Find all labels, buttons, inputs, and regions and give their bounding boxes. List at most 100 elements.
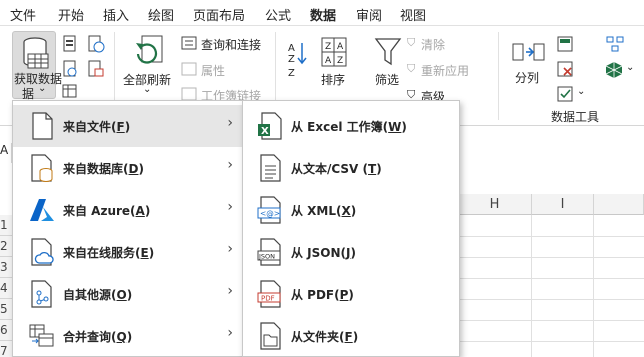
database-icon xyxy=(23,37,49,69)
grid-line xyxy=(458,257,644,258)
menu-item-from-online-services[interactable]: 来自在线服务(E) › xyxy=(13,231,243,273)
name-box-value: A xyxy=(0,143,9,157)
grid-line xyxy=(458,236,644,237)
grid-line xyxy=(458,320,644,321)
from-web-icon[interactable] xyxy=(62,60,78,78)
recent-sources-icon[interactable] xyxy=(87,35,105,53)
queries-connections-icon xyxy=(181,36,197,50)
menu-item-label: 合并查询(Q) xyxy=(63,330,133,344)
grid-line xyxy=(458,278,644,279)
tab-formulas[interactable]: 公式 xyxy=(265,5,291,24)
flash-fill-icon[interactable] xyxy=(557,36,573,52)
row-header-label: 2 xyxy=(0,239,8,253)
column-header-h[interactable]: H xyxy=(458,194,532,215)
row-header-4[interactable]: 4 xyxy=(0,278,12,299)
menu-item-label: 从文本/CSV (T) xyxy=(291,162,382,176)
grid-line xyxy=(458,299,644,300)
tab-home[interactable]: 开始 xyxy=(58,5,84,24)
refresh-all-icon[interactable] xyxy=(132,34,166,70)
data-validation-icon[interactable] xyxy=(557,86,575,102)
menu-item-label: 从 XML(X) xyxy=(291,204,357,218)
tab-data[interactable]: 数据 xyxy=(310,5,337,30)
menu-item-from-excel-workbook[interactable]: X 从 Excel 工作簿(W) xyxy=(243,105,459,147)
combine-queries-icon xyxy=(29,324,54,347)
tab-review[interactable]: 审阅 xyxy=(356,5,382,24)
grid-line xyxy=(458,341,644,342)
svg-text:A: A xyxy=(288,43,295,54)
menu-item-label: 从 PDF(P) xyxy=(291,288,354,302)
from-text-icon[interactable] xyxy=(62,35,78,53)
text-to-columns-button[interactable]: 分列 xyxy=(515,69,539,86)
menu-item-from-xml[interactable]: <@> 从 XML(X) xyxy=(243,189,459,231)
svg-text:A: A xyxy=(337,42,344,52)
svg-text:Z: Z xyxy=(325,42,331,52)
svg-text:Z: Z xyxy=(288,54,295,65)
azure-icon xyxy=(30,199,54,221)
menu-item-label: 来自文件(F) xyxy=(63,120,131,134)
column-header-label: I xyxy=(560,197,565,212)
data-model-icon[interactable] xyxy=(604,60,624,80)
excel-badge-text: X xyxy=(261,126,269,137)
pdf-badge-text: PDF xyxy=(261,295,275,303)
menu-item-combine-queries[interactable]: 合并查询(Q) › xyxy=(13,315,243,357)
remove-duplicates-icon[interactable] xyxy=(557,61,573,77)
consolidate-icon[interactable] xyxy=(606,36,624,52)
tab-page-layout[interactable]: 页面布局 xyxy=(193,5,245,24)
database-icon xyxy=(31,154,53,182)
svg-text:A: A xyxy=(325,56,332,66)
queries-connections-button[interactable]: 查询和连接 xyxy=(201,36,261,53)
menu-item-from-other-sources[interactable]: 自其他源(O) › xyxy=(13,273,243,315)
chevron-down-icon: ⌄ xyxy=(38,83,47,94)
menu-item-from-file[interactable]: 来自文件(F) › xyxy=(13,105,243,147)
submenu-arrow-icon: › xyxy=(227,157,233,173)
row-header-1[interactable]: 1 xyxy=(0,215,12,236)
chevron-down-icon: ⌄ xyxy=(143,84,152,95)
properties-button[interactable]: 属性 xyxy=(201,62,225,79)
tab-insert[interactable]: 插入 xyxy=(103,5,129,24)
row-header-label: 5 xyxy=(0,302,8,316)
menu-item-from-text-csv[interactable]: 从文本/CSV (T) xyxy=(243,147,459,189)
tab-file[interactable]: 文件 xyxy=(10,5,36,24)
folder-icon xyxy=(260,322,281,350)
from-table-icon[interactable] xyxy=(62,84,78,98)
sort-button[interactable]: 排序 xyxy=(321,71,345,88)
filter-icon[interactable] xyxy=(374,36,402,68)
filter-button[interactable]: 筛选 xyxy=(375,71,399,88)
column-header-j[interactable] xyxy=(594,194,644,215)
chevron-down-icon: ⌄ xyxy=(577,86,586,97)
menu-item-from-pdf[interactable]: PDF 从 PDF(P) xyxy=(243,273,459,315)
row-header-6[interactable]: 6 xyxy=(0,320,12,341)
menu-item-from-folder[interactable]: 从文件夹(F) xyxy=(243,315,459,357)
text-to-columns-icon[interactable] xyxy=(512,38,546,66)
menu-item-label: 自其他源(O) xyxy=(63,288,133,302)
tab-draw[interactable]: 绘图 xyxy=(148,5,174,24)
menu-item-from-json[interactable]: JSON 从 JSON(J) xyxy=(243,231,459,273)
sort-icon[interactable]: Z A A Z xyxy=(320,36,348,68)
sort-ascending-icon[interactable]: A Z Z xyxy=(286,40,308,84)
reapply-icon: ⛉ xyxy=(407,62,416,75)
row-header-3[interactable]: 3 xyxy=(0,257,12,278)
row-header-label: 1 xyxy=(0,218,8,232)
clear-icon: ⛉ xyxy=(407,36,416,49)
excel-workbook-icon: X xyxy=(258,112,282,140)
existing-connections-icon[interactable] xyxy=(87,60,105,78)
tab-view[interactable]: 视图 xyxy=(400,5,426,24)
clear-button[interactable]: 清除 xyxy=(421,36,445,53)
menu-item-from-database[interactable]: 来自数据库(D) › xyxy=(13,147,243,189)
row-header-2[interactable]: 2 xyxy=(0,236,12,257)
name-box[interactable]: A xyxy=(0,143,12,163)
menu-item-from-azure[interactable]: 来自 Azure(A) › xyxy=(13,189,243,231)
submenu-arrow-icon: › xyxy=(227,283,233,299)
separator xyxy=(498,32,499,120)
row-header-5[interactable]: 5 xyxy=(0,299,12,320)
get-data-menu: 来自文件(F) › 来自数据库(D) › 来自 Azure(A) › 来自在线服… xyxy=(12,100,244,357)
column-header-i[interactable]: I xyxy=(532,194,594,215)
row-header-label: 4 xyxy=(0,281,8,295)
reapply-button[interactable]: 重新应用 xyxy=(421,62,469,79)
row-header-7[interactable]: 7 xyxy=(0,341,12,357)
xml-icon: <@> xyxy=(257,196,281,224)
file-icon xyxy=(32,112,53,140)
json-icon: JSON xyxy=(257,238,281,266)
text-csv-icon xyxy=(260,154,281,182)
other-sources-icon xyxy=(31,280,52,308)
